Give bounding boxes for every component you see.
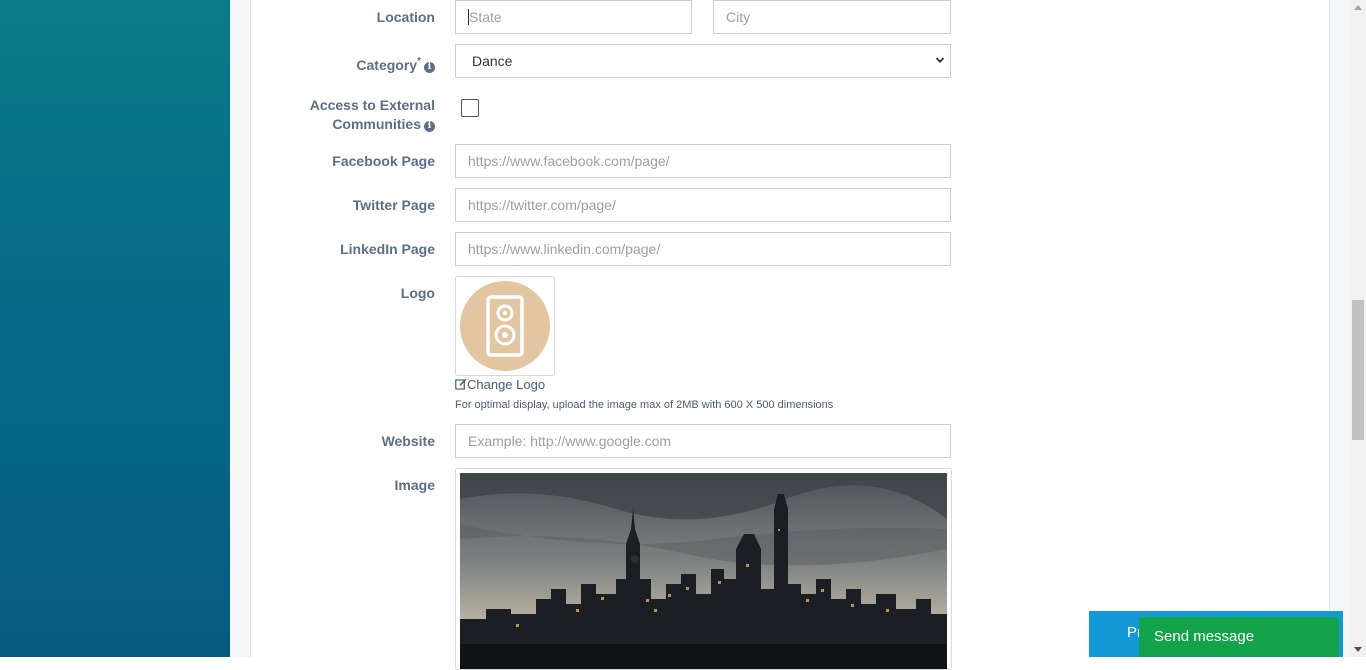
info-icon[interactable]: i — [424, 62, 435, 73]
city-skyline-image — [460, 473, 947, 669]
scroll-down-arrow-icon[interactable] — [1354, 647, 1362, 652]
category-label-text: Category — [356, 57, 418, 73]
website-input[interactable]: Example: http://www.google.com — [455, 424, 951, 458]
facebook-input[interactable]: https://www.facebook.com/page/ — [455, 144, 951, 178]
linkedin-placeholder: https://www.linkedin.com/page/ — [468, 241, 661, 257]
city-input[interactable]: City — [713, 0, 951, 34]
category-select[interactable]: Dance — [455, 44, 951, 78]
website-placeholder: Example: http://www.google.com — [468, 433, 672, 449]
external-access-label-line2: Communities — [332, 116, 421, 132]
logo-hint-text: For optimal display, upload the image ma… — [455, 399, 834, 411]
linkedin-label: LinkedIn Page — [340, 241, 435, 257]
twitter-placeholder: https://twitter.com/page/ — [468, 197, 616, 213]
twitter-label: Twitter Page — [352, 197, 435, 213]
change-logo-label: Change Logo — [467, 377, 546, 392]
facebook-placeholder: https://www.facebook.com/page/ — [468, 153, 670, 169]
twitter-input[interactable]: https://twitter.com/page/ — [455, 188, 951, 222]
image-preview[interactable] — [455, 468, 952, 670]
external-access-label: Access to External Communities i — [255, 96, 435, 134]
facebook-label: Facebook Page — [332, 153, 435, 169]
send-message-button[interactable]: Send message — [1139, 617, 1339, 657]
speaker-icon — [460, 281, 550, 371]
linkedin-input[interactable]: https://www.linkedin.com/page/ — [455, 232, 951, 266]
website-label: Website — [381, 433, 435, 449]
city-placeholder: City — [726, 9, 751, 25]
left-sidebar — [0, 0, 230, 657]
category-label: Category* i — [255, 52, 435, 75]
state-placeholder: State — [469, 9, 502, 25]
info-icon[interactable]: i — [424, 121, 435, 132]
chevron-down-icon — [936, 57, 944, 64]
required-mark: * — [417, 56, 421, 67]
logo-preview[interactable] — [455, 276, 555, 376]
category-selected-value: Dance — [472, 53, 513, 69]
location-label: Location — [376, 9, 435, 25]
scrollbar-thumb[interactable] — [1352, 300, 1364, 440]
change-logo-link[interactable]: Change Logo — [455, 377, 545, 392]
edit-icon — [455, 378, 467, 390]
external-access-label-line1: Access to External — [309, 97, 435, 113]
state-input[interactable]: State — [455, 0, 692, 34]
image-label: Image — [394, 477, 435, 493]
scroll-up-arrow-icon[interactable] — [1354, 5, 1362, 10]
external-access-checkbox[interactable] — [461, 99, 479, 117]
logo-label: Logo — [400, 285, 435, 301]
